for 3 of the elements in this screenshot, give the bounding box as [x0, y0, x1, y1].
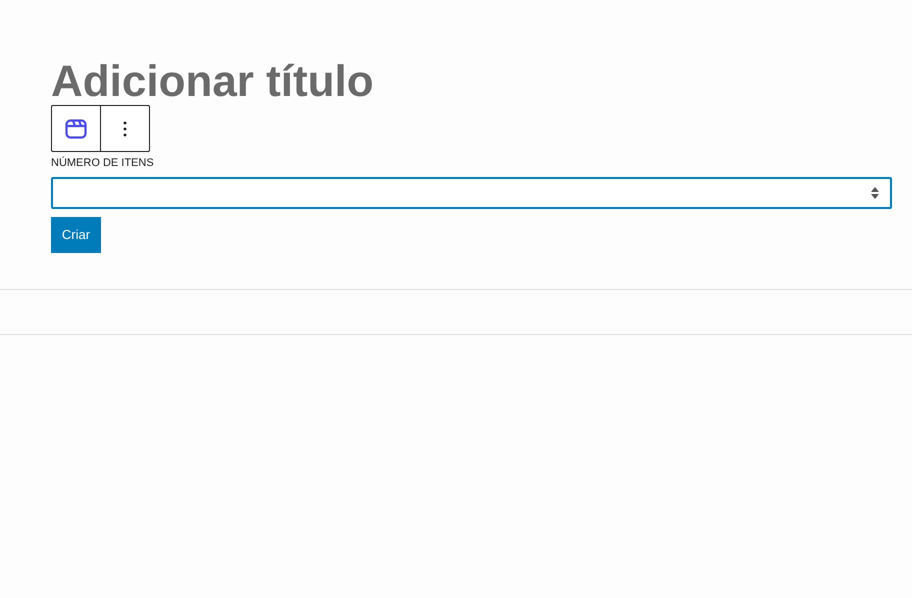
create-button[interactable]: Criar [51, 217, 101, 253]
title-field[interactable]: Adicionar título [51, 60, 861, 104]
field-label: NÚMERO DE ITENS [51, 156, 155, 170]
